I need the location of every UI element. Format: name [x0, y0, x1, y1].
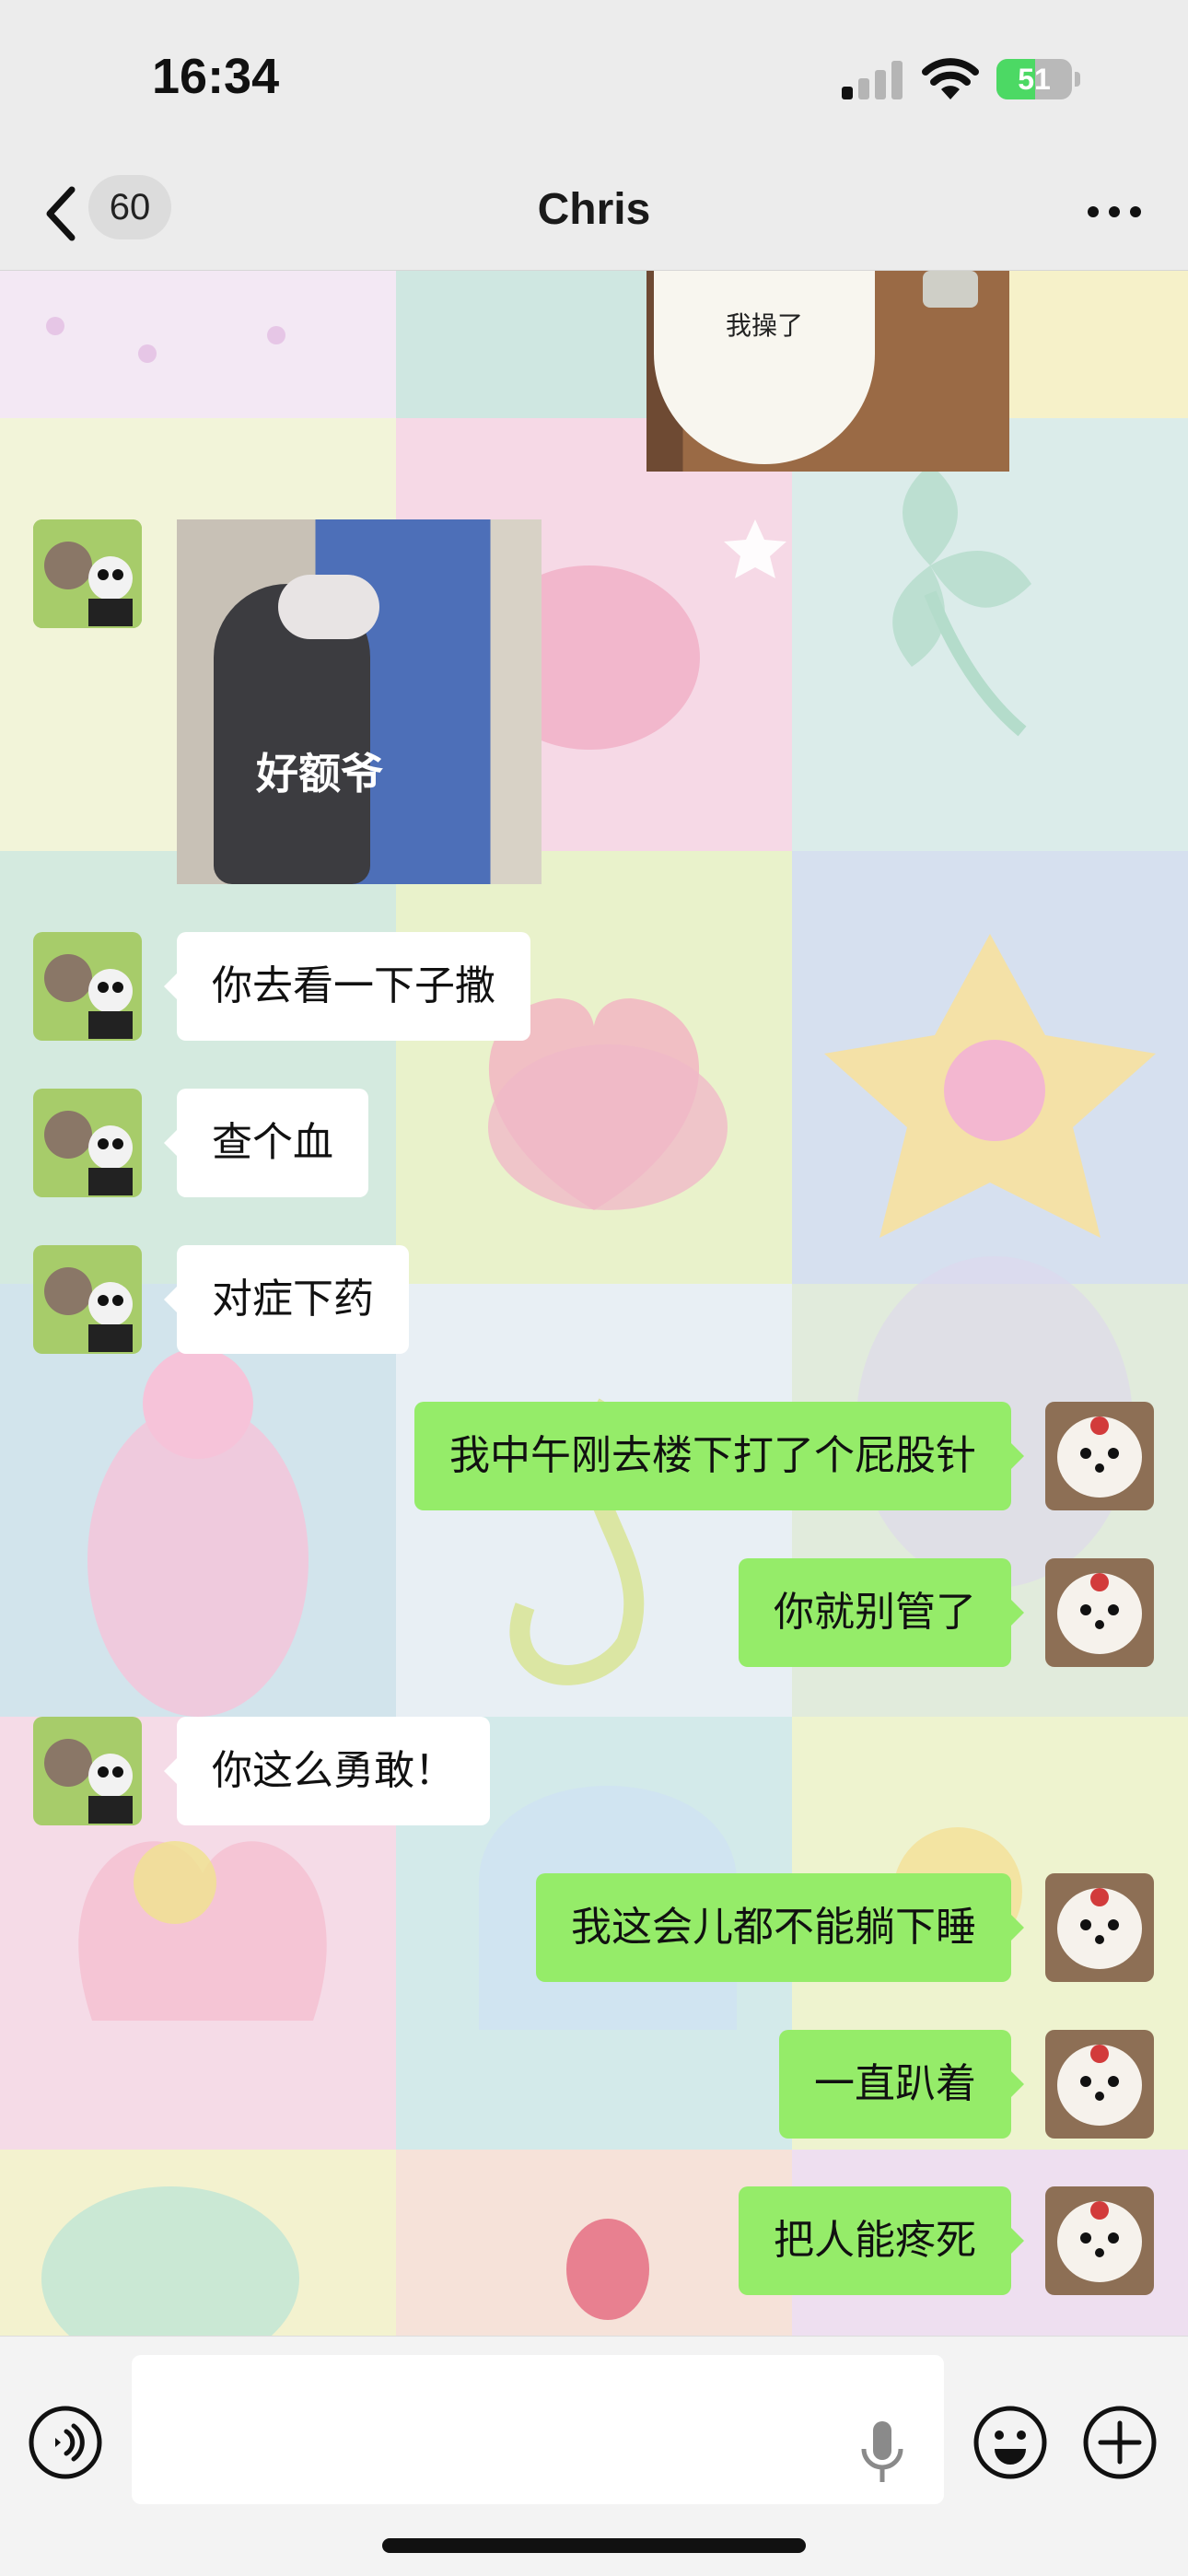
opossum-sticker-image[interactable]: 好额爷	[177, 519, 542, 884]
incoming-message-bubble[interactable]: 你去看一下子撒	[164, 932, 530, 1041]
incoming-message-bubble[interactable]: 对症下药	[164, 1245, 409, 1354]
wifi-icon	[922, 58, 979, 99]
incoming-message-bubble[interactable]: 查个血	[164, 1089, 368, 1197]
emoji-icon[interactable]	[973, 2405, 1048, 2480]
microphone-icon[interactable]	[855, 2419, 910, 2486]
sticker-caption: 我操了	[725, 310, 803, 341]
contact-avatar[interactable]	[33, 932, 142, 1041]
battery-percent: 51	[1018, 63, 1051, 96]
contact-avatar[interactable]	[33, 519, 142, 628]
outgoing-message-bubble[interactable]: 我中午刚去楼下打了个屁股针	[414, 1402, 1024, 1510]
my-avatar[interactable]	[1045, 1873, 1154, 1982]
battery-indicator: 51	[996, 59, 1081, 99]
home-indicator[interactable]	[382, 2538, 806, 2553]
sticker-figure	[654, 271, 875, 464]
my-avatar[interactable]	[1045, 1402, 1154, 1510]
outgoing-message-bubble[interactable]: 一直趴着	[779, 2030, 1024, 2139]
outgoing-message-bubble[interactable]: 我这会儿都不能躺下睡	[536, 1873, 1024, 1982]
unread-count-badge[interactable]: 60	[88, 175, 171, 239]
outgoing-message-bubble[interactable]: 把人能疼死	[739, 2186, 1024, 2295]
chat-header: 60 Chris	[0, 157, 1188, 271]
voice-icon[interactable]	[28, 2405, 103, 2480]
chevron-left-icon[interactable]	[37, 177, 92, 251]
sticker-caption: 好额爷	[256, 749, 383, 798]
incoming-message-bubble[interactable]: 你这么勇敢！	[164, 1717, 490, 1825]
my-avatar[interactable]	[1045, 2186, 1154, 2295]
contact-avatar[interactable]	[33, 1089, 142, 1197]
outgoing-message-bubble[interactable]: 你就别管了	[739, 1558, 1024, 1667]
more-dots-icon[interactable]	[1082, 193, 1147, 230]
contact-avatar[interactable]	[33, 1717, 142, 1825]
sticker-image-partial[interactable]: 我操了	[646, 271, 1009, 472]
status-time: 16:34	[152, 49, 280, 104]
chat-title: Chris	[537, 185, 651, 234]
cellular-signal-icon	[842, 61, 903, 99]
plus-icon[interactable]	[1082, 2405, 1158, 2480]
my-avatar[interactable]	[1045, 1558, 1154, 1667]
status-bar: 16:34 51	[0, 0, 1188, 157]
my-avatar[interactable]	[1045, 2030, 1154, 2139]
contact-avatar[interactable]	[33, 1245, 142, 1354]
chat-message-list[interactable]: 我操了 好额爷 你去看一下子撒 查个血对症下药 我中午刚去楼下打了个屁股针你就别管了…	[0, 271, 1188, 2336]
message-input[interactable]	[132, 2355, 944, 2504]
